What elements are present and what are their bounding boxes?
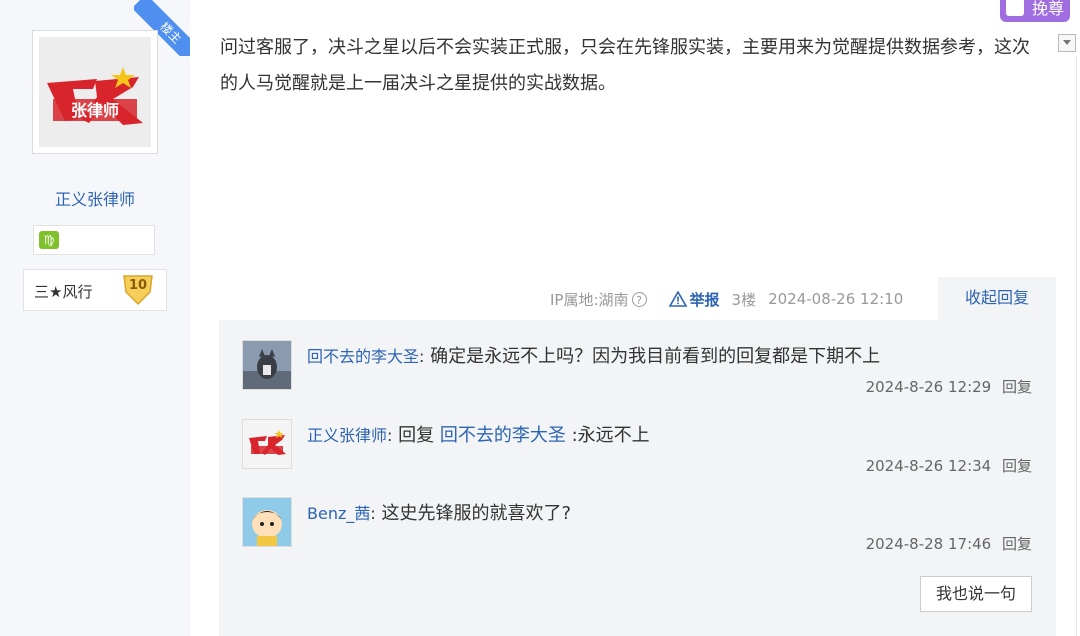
level-number: 10 [128, 278, 148, 293]
reply-text-line: 正义张律师: 回复 回不去的李大圣 :永远不上 [307, 421, 650, 447]
post-meta: IP属地:湖南 ? 举报 3楼 2024-08-26 12:10 [550, 288, 903, 310]
reply-content: 这史先锋服的就喜欢了? [375, 503, 572, 524]
reply-text-line: Benz_茜: 这史先锋服的就喜欢了? [307, 499, 571, 525]
reply-item: 回不去的李大圣: 确定是永远不上吗？因为我目前看到的回复都是下期不上 2024-… [219, 340, 1056, 410]
reply-content: 确定是永远不上吗？因为我目前看到的回复都是下期不上 [424, 346, 881, 367]
report-button[interactable]: 举报 [668, 289, 720, 310]
hand-icon [1006, 0, 1024, 16]
reply-time: 2024-8-26 12:34 [865, 457, 992, 475]
reply-time: 2024-8-26 12:29 [865, 378, 992, 396]
report-label: 举报 [689, 290, 720, 309]
virgo-medal-icon[interactable]: ♍ [39, 231, 59, 249]
post-menu-chevron-down-icon[interactable] [1058, 34, 1076, 52]
reply-prefix: 回复 [392, 425, 440, 446]
collapse-replies-button[interactable]: 收起回复 [938, 277, 1056, 321]
reply-username[interactable]: 正义张律师 [307, 426, 387, 445]
author-avatar[interactable]: 张律师 [32, 30, 158, 154]
reply-item: 正义张律师: 回复 回不去的李大圣 :永远不上 2024-8-26 12:34 … [219, 419, 1056, 489]
reply-text-line: 回不去的李大圣: 确定是永远不上吗？因为我目前看到的回复都是下期不上 [307, 342, 880, 368]
reply-button[interactable]: 回复 [1002, 378, 1032, 396]
svg-text:张律师: 张律师 [71, 101, 119, 120]
help-icon[interactable]: ? [631, 291, 647, 307]
ip-location: IP属地:湖南 [550, 290, 629, 309]
zhangls-logo-avatar-icon[interactable] [242, 419, 292, 469]
level-title: 三★风行 [34, 283, 93, 301]
warning-icon [668, 291, 687, 307]
reply-button[interactable]: 回复 [1002, 535, 1032, 553]
reply-meta: 2024-8-28 17:46 回复 [866, 533, 1032, 554]
wanzun-button[interactable]: 挽尊 [1000, 0, 1070, 22]
medal-box: ♍ [33, 225, 155, 255]
cat-photo-avatar-icon[interactable] [242, 340, 292, 390]
wanzun-label: 挽尊 [1031, 0, 1064, 18]
reply-item: Benz_茜: 这史先锋服的就喜欢了? 2024-8-28 17:46 回复 [219, 497, 1056, 567]
level-badge-icon: 10 [120, 274, 156, 306]
reply-content: :永远不上 [565, 425, 650, 446]
post-date: 2024-08-26 12:10 [768, 290, 904, 308]
reply-meta: 2024-8-26 12:34 回复 [866, 455, 1032, 476]
reply-time: 2024-8-28 17:46 [865, 535, 992, 553]
reply-button[interactable]: 回复 [1002, 457, 1032, 475]
right-divider [1076, 56, 1077, 636]
reply-panel: 回不去的李大圣: 确定是永远不上吗？因为我目前看到的回复都是下期不上 2024-… [219, 320, 1056, 636]
add-comment-button[interactable]: 我也说一句 [920, 576, 1032, 612]
level-box[interactable]: 三★风行 10 [23, 269, 167, 311]
post-content: 问过客服了，决斗之星以后不会实装正式服，只会在先锋服实装，主要用来为觉醒提供数据… [220, 37, 1030, 94]
reply-meta: 2024-8-26 12:29 回复 [866, 376, 1032, 397]
cartoon-boy-avatar-icon[interactable] [242, 497, 292, 547]
reply-username[interactable]: 回不去的李大圣 [307, 347, 419, 366]
author-username[interactable]: 正义张律师 [0, 186, 190, 210]
reply-target-user[interactable]: 回不去的李大圣 [440, 425, 566, 446]
author-sidebar: 楼主 张律师 正义张律师 ♍ 三★风行 10 [0, 0, 190, 636]
zhangls-logo-avatar-icon: 张律师 [39, 37, 151, 147]
reply-username[interactable]: Benz_茜 [307, 504, 370, 523]
floor-number: 3楼 [731, 290, 757, 309]
